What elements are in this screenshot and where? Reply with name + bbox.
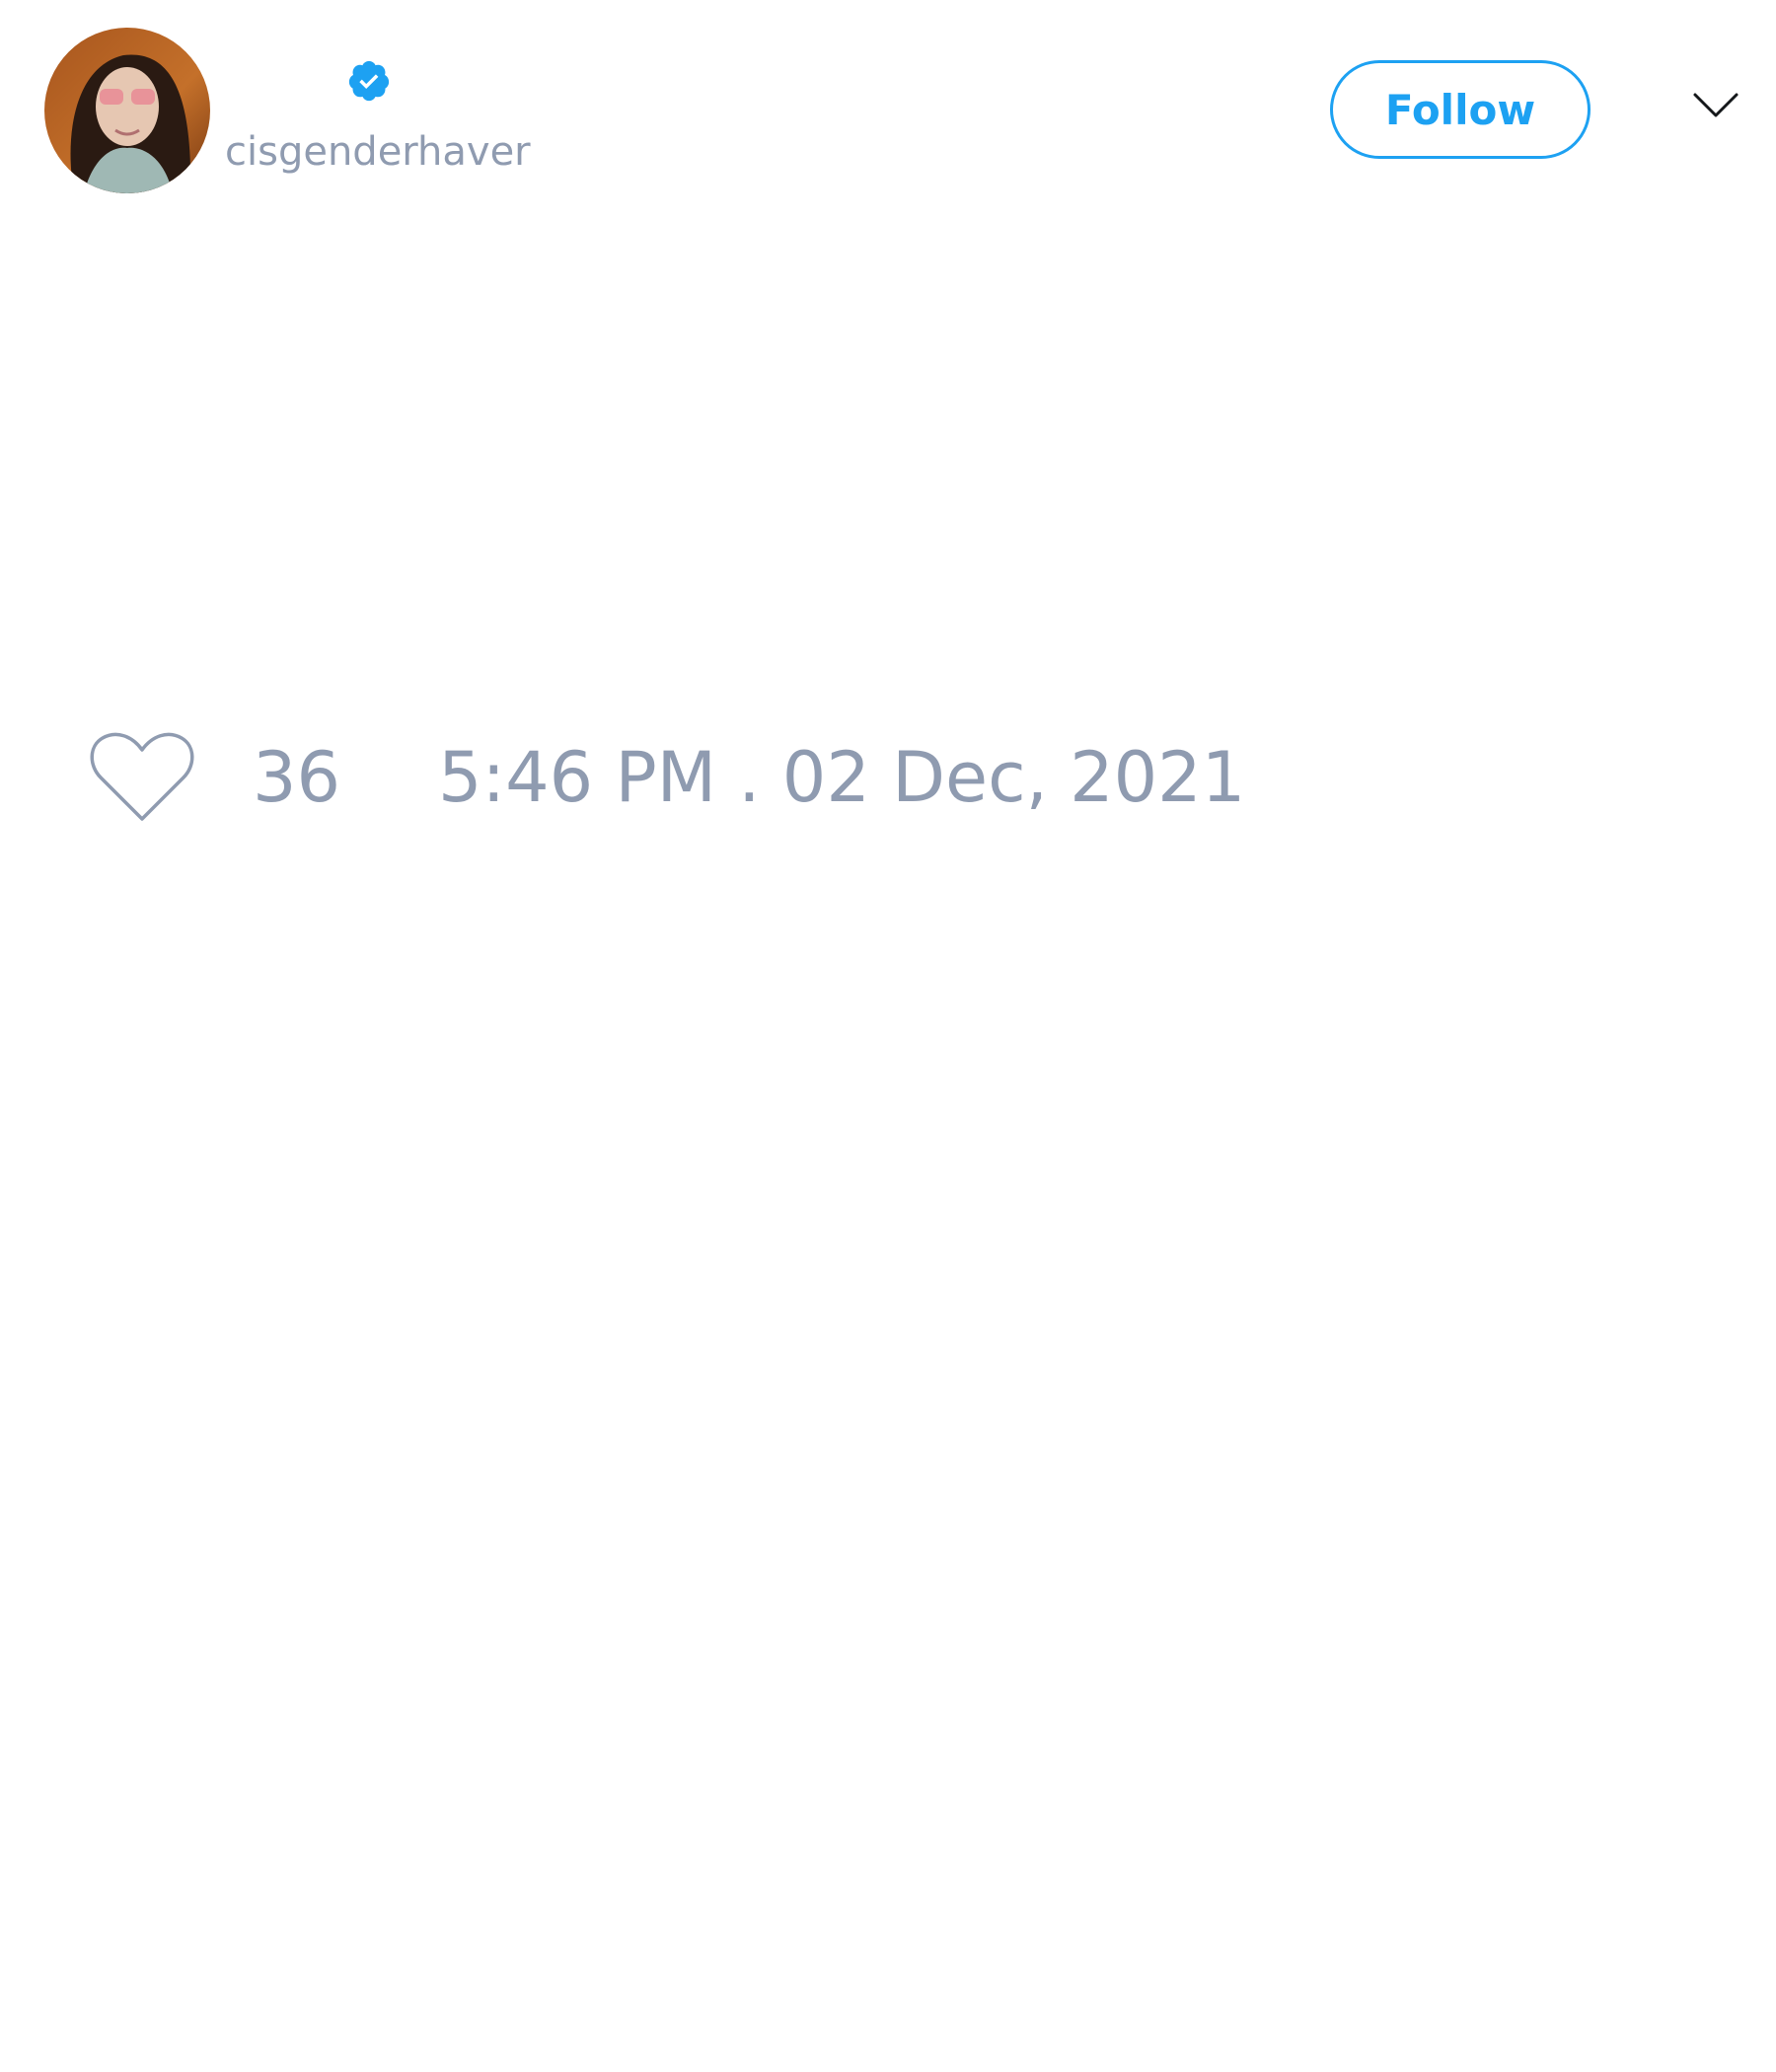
tweet-timestamp[interactable]: 5:46 PM . 02 Dec, 2021: [438, 736, 1245, 819]
user-handle[interactable]: cisgenderhaver: [225, 126, 531, 178]
chevron-down-icon[interactable]: [1692, 91, 1739, 120]
tweet-card: cisgenderhaver Follow 36 5:46 PM . 02 De…: [0, 0, 1776, 2072]
avatar-photo: [44, 28, 210, 193]
verified-badge-icon: [348, 60, 390, 102]
follow-button[interactable]: Follow: [1330, 60, 1591, 159]
avatar[interactable]: [44, 28, 210, 193]
like-count: 36: [253, 737, 341, 818]
heart-outline-icon[interactable]: [89, 730, 195, 825]
